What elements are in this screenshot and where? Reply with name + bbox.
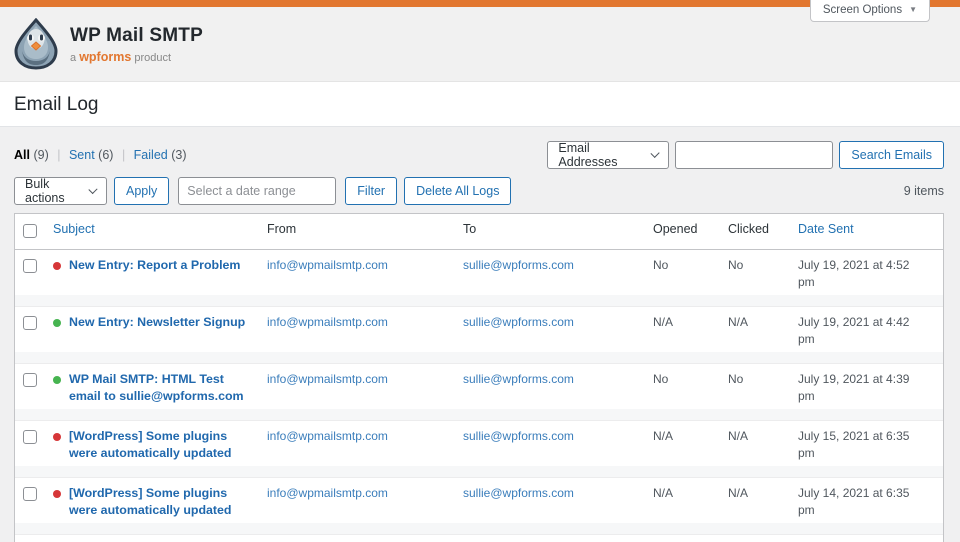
wpforms-logo-text: wpforms xyxy=(79,50,131,64)
table-row: WP Mail SMTP: HTML Test email to sullie@… xyxy=(15,364,943,421)
brand-block: WP Mail SMTP a wpforms product xyxy=(70,25,203,64)
status-dot-icon xyxy=(53,376,61,384)
wp-mail-smtp-logo-icon xyxy=(14,18,58,70)
table-row: [WordPress] Some plugins were automatica… xyxy=(15,478,943,535)
clicked-value: No xyxy=(728,371,798,388)
opened-value: N/A xyxy=(653,314,728,331)
search-area: Email Addresses Search Emails xyxy=(547,141,944,169)
column-header-to: To xyxy=(463,214,653,244)
clicked-value: N/A xyxy=(728,485,798,502)
email-subject-link[interactable]: WP Mail SMTP: HTML Test email to sullie@… xyxy=(69,372,244,403)
date-sent-value: July 19, 2021 at 4:39 pm xyxy=(798,371,935,405)
chevron-down-icon xyxy=(88,184,97,193)
select-all-checkbox[interactable] xyxy=(23,224,37,238)
search-field-select[interactable]: Email Addresses xyxy=(547,141,669,169)
from-email-link[interactable]: info@wpmailsmtp.com xyxy=(267,486,388,500)
date-range-input[interactable] xyxy=(178,177,336,205)
clicked-value: N/A xyxy=(728,314,798,331)
clicked-value: No xyxy=(728,257,798,274)
view-filter-links: All (9) | Sent (6) | Failed (3) xyxy=(14,148,186,162)
row-bottom-strip xyxy=(15,466,943,477)
chevron-down-icon: ▼ xyxy=(909,6,917,14)
opened-value: No xyxy=(653,257,728,274)
opened-value: No xyxy=(653,371,728,388)
table-row: [WordPress] Some plugins were automatica… xyxy=(15,421,943,478)
to-email-link[interactable]: sullie@wpforms.com xyxy=(463,372,574,386)
view-link-failed[interactable]: Failed (3) xyxy=(134,148,187,162)
column-header-subject[interactable]: Subject xyxy=(53,214,267,244)
row-bottom-strip xyxy=(15,352,943,363)
bulk-actions-toolbar: Bulk actions Apply Filter Delete All Log… xyxy=(14,177,511,205)
table-header-row: Subject From To Opened Clicked Date Sent xyxy=(15,214,943,250)
from-email-link[interactable]: info@wpmailsmtp.com xyxy=(267,372,388,386)
email-log-table: Subject From To Opened Clicked Date Sent… xyxy=(14,213,944,542)
row-checkbox[interactable] xyxy=(23,316,37,330)
brand-subtitle: a wpforms product xyxy=(70,50,203,64)
apply-button[interactable]: Apply xyxy=(114,177,169,205)
email-subject-link[interactable]: [WordPress] Some plugins were automatica… xyxy=(69,486,232,517)
column-header-from: From xyxy=(267,214,463,244)
table-row: New Entry: Newsletter Signup info@wpmail… xyxy=(15,307,943,364)
email-subject-link[interactable]: [WordPress] Some plugins were automatica… xyxy=(69,429,232,460)
date-sent-value: July 19, 2021 at 4:52 pm xyxy=(798,257,935,291)
row-bottom-strip xyxy=(15,409,943,420)
column-header-clicked: Clicked xyxy=(728,214,798,244)
row-bottom-strip xyxy=(15,295,943,306)
row-checkbox[interactable] xyxy=(23,259,37,273)
status-dot-icon xyxy=(53,433,61,441)
table-body: New Entry: Report a Problem info@wpmails… xyxy=(15,250,943,542)
screen-options-label: Screen Options xyxy=(823,4,902,16)
status-dot-icon xyxy=(53,319,61,327)
from-email-link[interactable]: info@wpmailsmtp.com xyxy=(267,315,388,329)
row-bottom-strip xyxy=(15,523,943,534)
bulk-actions-select[interactable]: Bulk actions xyxy=(14,177,107,205)
date-sent-value: July 14, 2021 at 6:35 pm xyxy=(798,485,935,519)
to-email-link[interactable]: sullie@wpforms.com xyxy=(463,258,574,272)
status-dot-icon xyxy=(53,490,61,498)
email-subject-link[interactable]: New Entry: Report a Problem xyxy=(69,258,240,272)
to-email-link[interactable]: sullie@wpforms.com xyxy=(463,315,574,329)
to-email-link[interactable]: sullie@wpforms.com xyxy=(463,486,574,500)
date-sent-value: July 19, 2021 at 4:42 pm xyxy=(798,314,935,348)
from-email-link[interactable]: info@wpmailsmtp.com xyxy=(267,429,388,443)
screen-options-button[interactable]: Screen Options ▼ xyxy=(810,0,930,22)
clicked-value: N/A xyxy=(728,428,798,445)
column-header-opened: Opened xyxy=(653,214,728,244)
filter-button[interactable]: Filter xyxy=(345,177,397,205)
delete-all-logs-button[interactable]: Delete All Logs xyxy=(404,177,511,205)
view-link-all[interactable]: All (9) xyxy=(14,148,49,162)
row-checkbox[interactable] xyxy=(23,373,37,387)
search-input[interactable] xyxy=(675,141,833,169)
page-title-bar: Email Log xyxy=(0,82,960,127)
table-row: Your Weekly WPForms Summary info@wpmails… xyxy=(15,535,943,542)
to-email-link[interactable]: sullie@wpforms.com xyxy=(463,429,574,443)
opened-value: N/A xyxy=(653,428,728,445)
from-email-link[interactable]: info@wpmailsmtp.com xyxy=(267,258,388,272)
opened-value: N/A xyxy=(653,485,728,502)
view-link-sent[interactable]: Sent (6) xyxy=(69,148,113,162)
email-subject-link[interactable]: New Entry: Newsletter Signup xyxy=(69,315,245,329)
date-sent-value: July 15, 2021 at 6:35 pm xyxy=(798,428,935,462)
row-checkbox[interactable] xyxy=(23,487,37,501)
row-checkbox[interactable] xyxy=(23,430,37,444)
status-dot-icon xyxy=(53,262,61,270)
brand-title: WP Mail SMTP xyxy=(70,25,203,47)
chevron-down-icon xyxy=(650,148,659,157)
main-content: All (9) | Sent (6) | Failed (3) Email Ad… xyxy=(0,127,960,542)
search-emails-button[interactable]: Search Emails xyxy=(839,141,944,169)
page-title: Email Log xyxy=(14,94,946,116)
column-header-date-sent[interactable]: Date Sent xyxy=(798,214,935,244)
items-count: 9 items xyxy=(904,184,944,198)
table-row: New Entry: Report a Problem info@wpmails… xyxy=(15,250,943,307)
